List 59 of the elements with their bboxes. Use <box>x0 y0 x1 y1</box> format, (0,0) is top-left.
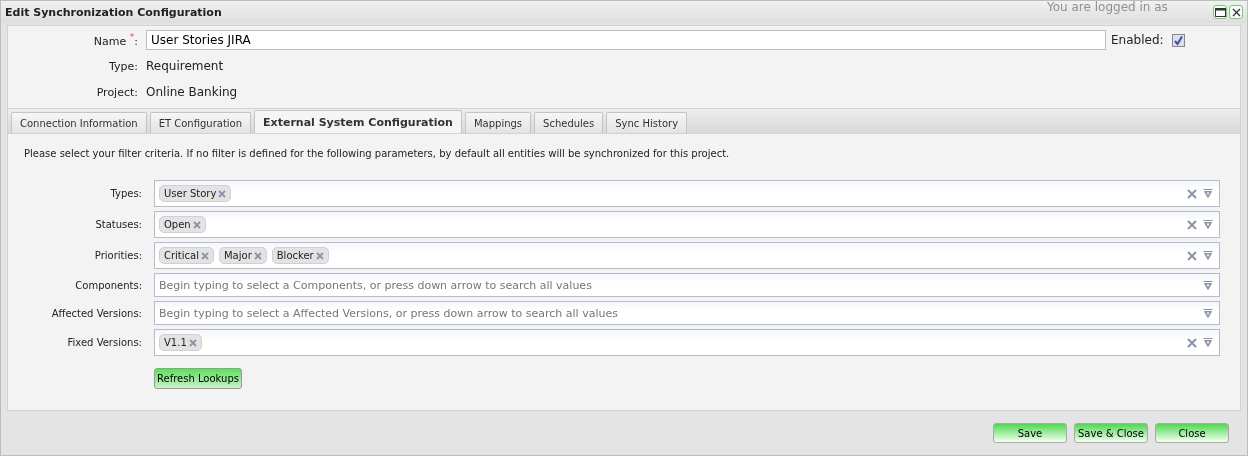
filter-label: Priorities: <box>93 250 143 261</box>
filter-label: Affected Versions: <box>50 307 143 319</box>
footer-button[interactable]: Close <box>1155 423 1229 443</box>
clear-icon[interactable] <box>1187 219 1197 230</box>
field-label: Name $^{*}$: <box>92 32 139 48</box>
instruction-text: Please select your filter criteria. If no filter is defined for the following parameters, by default all entities will be synchronized for this project. <box>24 148 731 159</box>
tag-chip: User Story <box>159 185 232 202</box>
tab[interactable]: ET Configuration <box>149 112 252 133</box>
remove-icon[interactable] <box>201 251 209 260</box>
maximize-button[interactable] <box>1213 5 1227 19</box>
tab[interactable]: Sync History <box>606 112 688 133</box>
remove-icon[interactable] <box>188 338 197 347</box>
close-button[interactable] <box>1229 5 1243 19</box>
remove-icon[interactable] <box>192 220 201 229</box>
field-label: Project: <box>95 85 139 99</box>
dropdown-icon[interactable] <box>1203 338 1213 347</box>
tag-chip: Major <box>219 247 267 264</box>
tab[interactable]: Mappings <box>464 112 532 133</box>
clear-icon[interactable] <box>1187 188 1197 199</box>
placeholder-text: Begin typing to select a Components, or press down arrow to search all values <box>159 278 592 292</box>
clear-icon[interactable] <box>1187 337 1197 348</box>
enabled-label: Enabled: <box>1111 33 1164 47</box>
clear-icon[interactable] <box>1187 250 1197 261</box>
placeholder-text: Begin typing to select a Affected Versions, or press down arrow to search all values <box>159 306 618 320</box>
tag-chip: Critical <box>159 247 214 264</box>
filter-label: Fixed Versions: <box>66 337 143 348</box>
tag-chip: Open <box>159 216 206 233</box>
footer-button[interactable]: Save <box>993 423 1067 443</box>
dropdown-icon[interactable] <box>1203 251 1213 260</box>
tab[interactable]: Schedules <box>534 112 604 133</box>
remove-icon[interactable] <box>253 251 262 260</box>
filter-label: Statuses: <box>94 219 143 230</box>
footer-button[interactable]: Save & Close <box>1074 423 1148 443</box>
field-label: Type: <box>108 59 139 73</box>
dropdown-icon[interactable] <box>1203 280 1213 290</box>
multiselect-field[interactable]: Critical Major Blocker <box>154 242 1220 269</box>
tag-chip: Blocker <box>271 247 329 264</box>
dropdown-icon[interactable] <box>1203 220 1213 229</box>
multiselect-field[interactable]: V1.1 <box>154 329 1220 356</box>
filter-label: Components: <box>74 279 143 291</box>
tab[interactable]: Connection Information <box>11 112 147 133</box>
background-text: You are logged in as <box>1047 1 1168 14</box>
multiselect-field[interactable]: User Story <box>154 180 1220 207</box>
refresh-lookups-button[interactable]: Refresh Lookups <box>154 368 242 389</box>
window-title: Edit Synchronization Configuration <box>5 5 222 19</box>
tab[interactable]: External System Configuration <box>254 110 462 133</box>
name-field[interactable]: User Stories JIRA <box>146 30 1106 50</box>
tag-chip: V1.1 <box>159 334 202 351</box>
field-value: Requirement <box>146 59 224 73</box>
multiselect-field[interactable]: Begin typing to select a Affected Versions, or press down arrow to search all values <box>154 301 1220 325</box>
remove-icon[interactable] <box>218 189 227 198</box>
multiselect-field[interactable]: Begin typing to select a Components, or press down arrow to search all values <box>154 273 1220 297</box>
filter-label: Types: <box>109 188 143 199</box>
multiselect-field[interactable]: Open <box>154 211 1220 238</box>
remove-icon[interactable] <box>315 251 324 260</box>
enabled-checkbox[interactable] <box>1171 33 1185 47</box>
dropdown-icon[interactable] <box>1203 189 1213 198</box>
field-value: Online Banking <box>146 85 238 99</box>
dropdown-icon[interactable] <box>1203 308 1213 318</box>
